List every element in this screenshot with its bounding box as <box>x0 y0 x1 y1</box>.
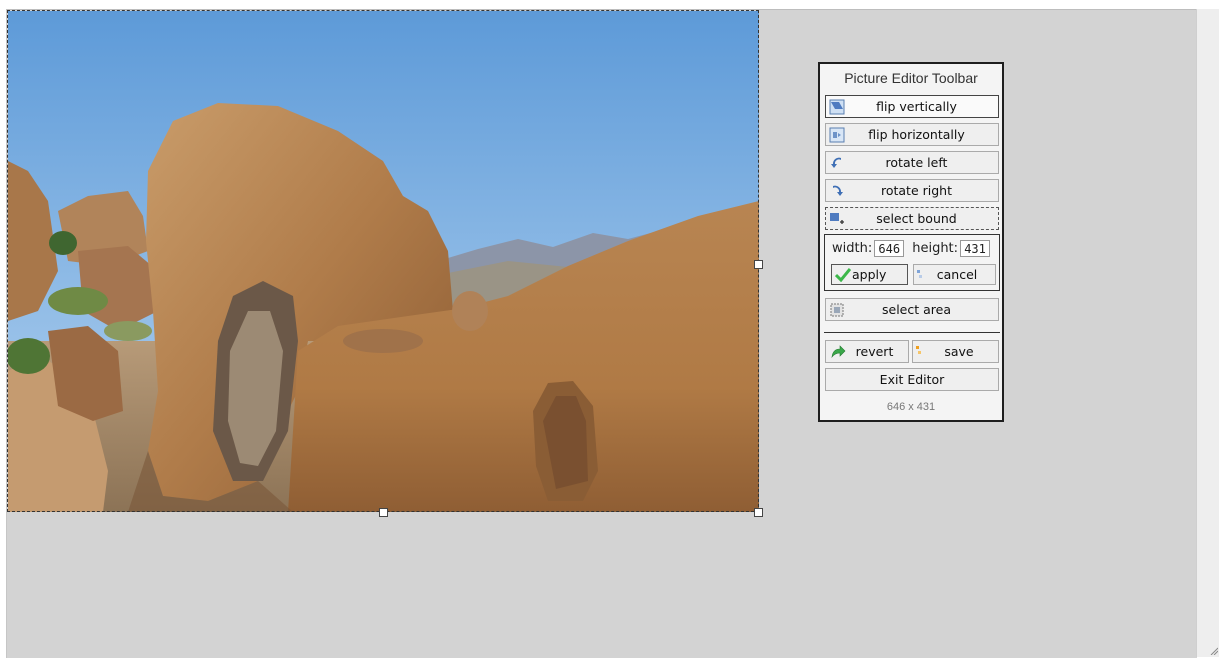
save-button[interactable]: save <box>912 340 999 363</box>
toolbar-divider <box>824 332 1000 333</box>
select-area-icon <box>829 302 845 318</box>
rotate-left-button[interactable]: rotate left <box>825 151 999 174</box>
width-input[interactable]: 646 <box>874 240 905 257</box>
flip-horizontal-icon <box>829 127 845 143</box>
checkmark-icon <box>835 267 851 282</box>
select-bound-button[interactable]: select bound <box>825 207 999 230</box>
width-label: width: <box>832 241 873 256</box>
select-bound-panel: width: 646 height: 431 apply cancel <box>824 234 1000 291</box>
picture-editor-toolbar: Picture Editor Toolbar flip vertically f… <box>818 62 1004 422</box>
rotate-right-icon <box>829 183 845 199</box>
scrollbar-gutter[interactable] <box>1196 9 1219 657</box>
flip-horizontally-button[interactable]: flip horizontally <box>825 123 999 146</box>
revert-button[interactable]: revert <box>825 340 909 363</box>
resize-handle-right[interactable] <box>754 260 763 269</box>
select-area-button[interactable]: select area <box>825 298 999 321</box>
resize-handle-bottom[interactable] <box>379 508 388 517</box>
rotate-left-icon <box>829 155 845 171</box>
edited-photo[interactable] <box>8 11 759 512</box>
toolbar-title: Picture Editor Toolbar <box>844 70 978 86</box>
dimension-row: width: 646 height: 431 <box>832 240 991 257</box>
cancel-icon <box>917 268 925 282</box>
resize-grip-icon[interactable] <box>1210 647 1218 655</box>
save-icon <box>916 344 924 360</box>
resize-handle-corner[interactable] <box>754 508 763 517</box>
image-size-readout: 646 x 431 <box>886 401 936 413</box>
revert-arrow-icon <box>829 344 847 360</box>
flip-vertical-icon <box>829 99 845 115</box>
cancel-button[interactable]: cancel <box>913 264 996 285</box>
select-bound-icon <box>829 211 845 227</box>
rotate-right-button[interactable]: rotate right <box>825 179 999 202</box>
apply-button[interactable]: apply <box>831 264 908 285</box>
flip-vertically-button[interactable]: flip vertically <box>825 95 999 118</box>
exit-editor-button[interactable]: Exit Editor <box>825 368 999 391</box>
height-label: height: <box>912 241 959 256</box>
height-input[interactable]: 431 <box>960 240 991 257</box>
